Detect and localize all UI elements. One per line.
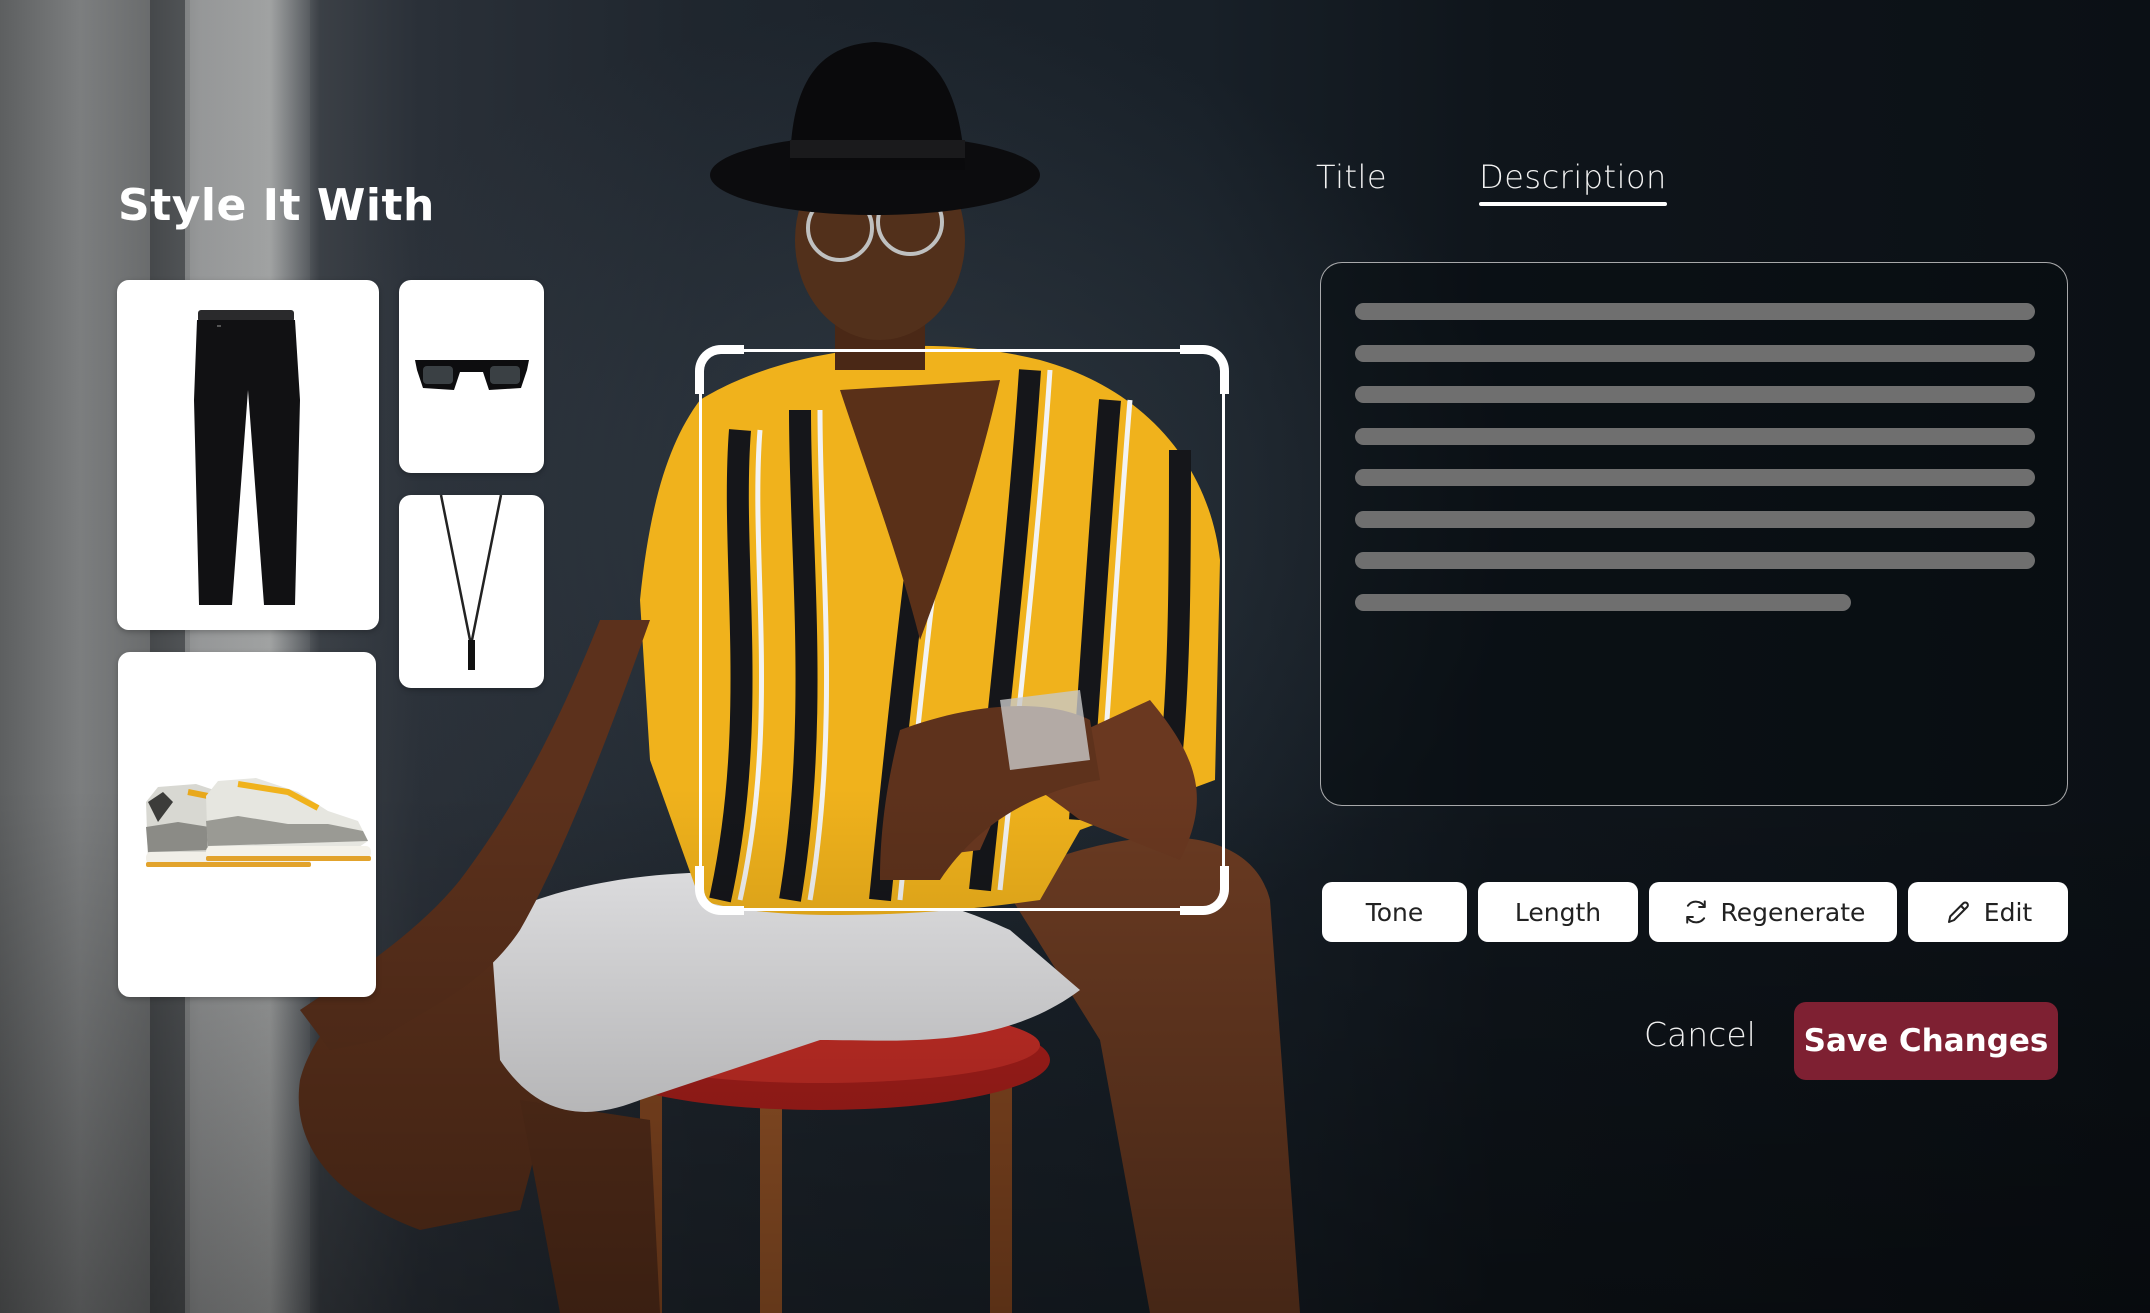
placeholder-text-line — [1355, 469, 2035, 486]
frame-handle-top-right[interactable] — [1180, 345, 1229, 394]
tab-title[interactable]: Title — [1316, 158, 1387, 202]
frame-edge-left — [699, 385, 702, 875]
frame-edge-bottom — [735, 908, 1189, 911]
tone-button-label: Tone — [1365, 897, 1424, 927]
edit-button[interactable]: Edit — [1908, 882, 2068, 942]
save-changes-button[interactable]: Save Changes — [1794, 1002, 2058, 1080]
tone-button[interactable]: Tone — [1322, 882, 1467, 942]
length-button[interactable]: Length — [1478, 882, 1638, 942]
placeholder-text-line — [1355, 386, 2035, 403]
placeholder-text-line — [1355, 427, 2035, 445]
sunglasses-icon — [415, 360, 529, 390]
frame-handle-bottom-left[interactable] — [695, 866, 744, 915]
length-button-label: Length — [1514, 897, 1602, 927]
product-card-pants[interactable] — [117, 280, 379, 630]
product-card-sunglasses[interactable] — [399, 280, 544, 473]
product-card-necklace[interactable] — [399, 495, 544, 688]
edit-button-label: Edit — [1983, 897, 2033, 927]
regenerate-button-label: Regenerate — [1720, 897, 1866, 927]
placeholder-text-line — [1355, 344, 2035, 362]
sneakers-icon — [146, 778, 371, 867]
frame-edge-right — [1222, 385, 1225, 875]
placeholder-text-line — [1355, 552, 2035, 569]
selection-frame[interactable] — [695, 345, 1229, 915]
placeholder-text-line — [1355, 593, 1851, 611]
refresh-icon — [1685, 900, 1706, 924]
placeholder-text-line — [1355, 303, 2035, 320]
description-textbox[interactable] — [1320, 262, 2068, 806]
frame-handle-bottom-right[interactable] — [1180, 866, 1229, 915]
tab-description[interactable]: Description — [1479, 158, 1667, 206]
frame-edge-top — [735, 349, 1189, 352]
content-tabs: Title Description — [1316, 158, 1667, 206]
pencil-icon — [1947, 901, 1969, 923]
regenerate-button[interactable]: Regenerate — [1649, 882, 1897, 942]
pants-icon — [194, 310, 300, 605]
style-it-with-heading: Style It With — [118, 180, 435, 231]
necklace-icon — [439, 495, 503, 670]
placeholder-text-line — [1355, 510, 2035, 528]
frame-handle-top-left[interactable] — [695, 345, 744, 394]
product-card-sneakers[interactable] — [118, 652, 376, 997]
cancel-button[interactable]: Cancel — [1644, 1015, 1756, 1054]
